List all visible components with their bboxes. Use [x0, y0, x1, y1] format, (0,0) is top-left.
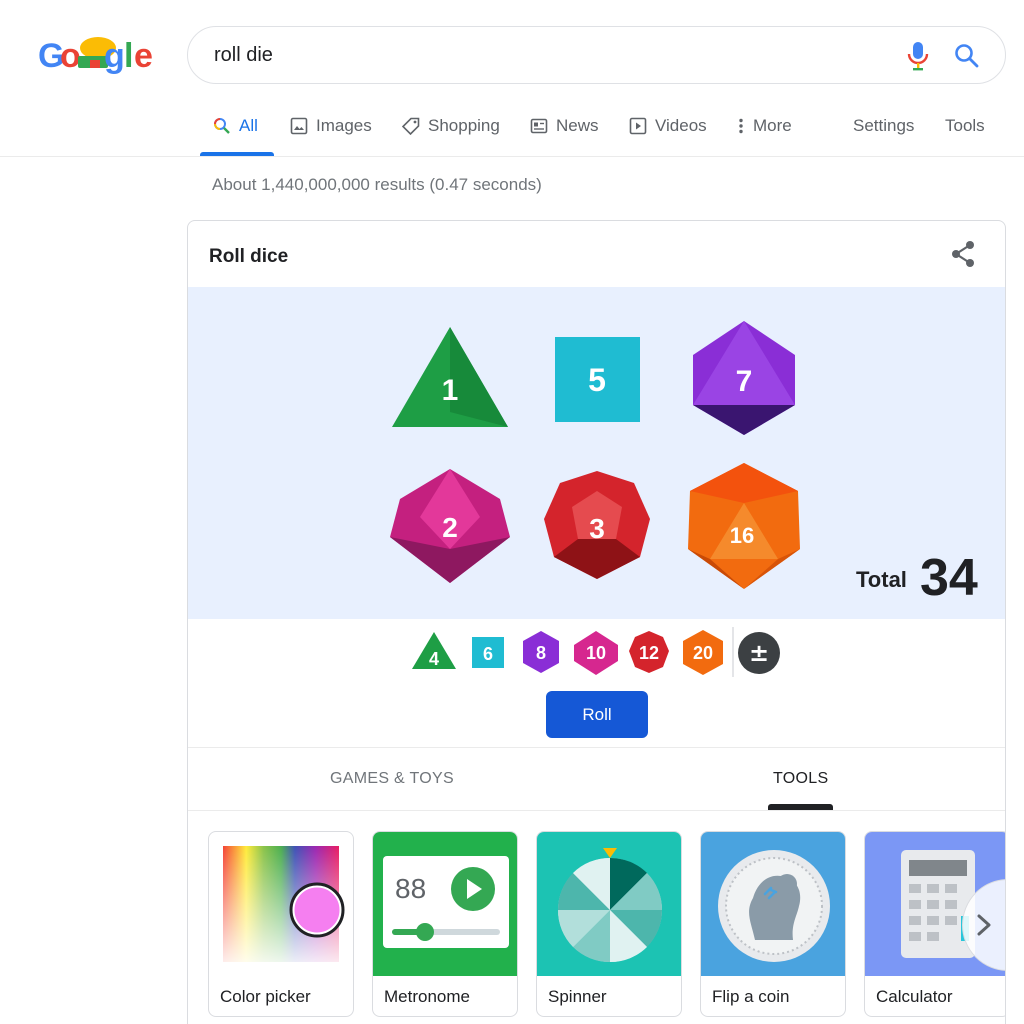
tile-color-picker[interactable]: Color picker: [208, 831, 354, 1017]
tab-label: News: [556, 116, 599, 135]
tile-flip-a-coin[interactable]: Flip a coin: [700, 831, 846, 1017]
svg-text:20: 20: [693, 643, 713, 663]
modifier-button[interactable]: ±: [738, 632, 780, 674]
die-value: 5: [588, 362, 606, 398]
svg-text:10: 10: [586, 643, 606, 663]
spinner-image: [537, 832, 681, 976]
svg-text:4: 4: [429, 649, 439, 669]
category-tabs: GAMES & TOYS TOOLS: [188, 747, 1005, 811]
die-value: 2: [442, 512, 458, 543]
chevron-right-icon: [977, 914, 991, 936]
die-picker: 4 6 8 10 12 20 ±: [188, 619, 1005, 689]
tab-label: All: [239, 116, 258, 135]
tab-all[interactable]: All: [213, 116, 258, 156]
svg-text:o: o: [60, 37, 81, 75]
results-count: About 1,440,000,000 results (0.47 second…: [212, 175, 542, 194]
search-icon[interactable]: [953, 42, 981, 70]
svg-text:88: 88: [395, 873, 426, 904]
roll-button[interactable]: Roll: [546, 691, 648, 738]
die-value: 1: [442, 374, 459, 407]
add-d20-button[interactable]: 20: [683, 630, 723, 675]
tab-label: Videos: [655, 116, 707, 135]
tab-more[interactable]: More: [737, 116, 792, 156]
add-d10-button[interactable]: 10: [574, 631, 618, 675]
svg-text:12: 12: [639, 643, 659, 663]
die-d20[interactable]: 16: [688, 463, 800, 589]
share-icon[interactable]: [949, 239, 977, 269]
tile-label: Flip a coin: [712, 987, 790, 1006]
search-tabs: All Images Shopping News Videos More Set…: [0, 100, 1024, 157]
tab-label: Images: [316, 116, 372, 135]
tile-spinner[interactable]: Spinner: [536, 831, 682, 1017]
die-value: 16: [730, 523, 754, 548]
news-icon: [530, 118, 548, 134]
google-doodle-logo[interactable]: G o g l e: [38, 30, 158, 82]
total-label: Total: [856, 567, 907, 592]
roll-dice-card: Roll dice 1 5 7 2 3 16 Total 34 4 6 8 10…: [187, 220, 1006, 1024]
settings-link[interactable]: Settings: [853, 116, 914, 156]
svg-text:6: 6: [483, 644, 493, 664]
card-title: Roll dice: [209, 246, 289, 267]
coin-image: [701, 832, 845, 976]
tab-tools[interactable]: TOOLS: [773, 770, 828, 788]
settings-label: Settings: [853, 116, 915, 135]
die-value: 7: [736, 365, 753, 398]
tab-label: Shopping: [428, 116, 500, 135]
play-icon: [629, 117, 647, 135]
search-input[interactable]: roll die: [214, 44, 273, 67]
die-d10[interactable]: 2: [390, 469, 510, 583]
svg-text:l: l: [124, 37, 133, 75]
svg-text:e: e: [134, 37, 153, 75]
die-value: 3: [589, 513, 605, 544]
tab-images[interactable]: Images: [290, 116, 372, 156]
carousel-next-button[interactable]: [962, 879, 1005, 971]
metronome-image: 88: [373, 832, 517, 976]
svg-text:±: ±: [749, 639, 769, 667]
search-box[interactable]: roll die: [187, 26, 1006, 84]
tab-shopping[interactable]: Shopping: [402, 116, 500, 156]
die-d4[interactable]: 1: [392, 327, 508, 427]
tile-metronome[interactable]: 88 Metronome: [372, 831, 518, 1017]
active-tab-indicator: [200, 152, 274, 156]
image-icon: [290, 117, 308, 135]
dice-display[interactable]: 1 5 7 2 3 16 Total 34: [188, 287, 1005, 619]
tool-carousel: Color picker 88 Metronome Spinner Flip a…: [208, 831, 1005, 1024]
tile-label: Spinner: [548, 987, 607, 1006]
search-icon: [214, 118, 230, 134]
more-vertical-icon: [739, 118, 743, 134]
color-picker-image: [209, 832, 353, 976]
tools-label: Tools: [945, 116, 985, 135]
add-d6-button[interactable]: 6: [472, 637, 504, 668]
add-d12-button[interactable]: 12: [629, 631, 669, 673]
die-d6[interactable]: 5: [555, 337, 640, 422]
active-category-indicator: [768, 804, 833, 810]
tab-news[interactable]: News: [530, 116, 599, 156]
tab-label: More: [753, 116, 792, 135]
tools-link[interactable]: Tools: [945, 116, 985, 156]
tile-label: Metronome: [384, 987, 470, 1006]
add-d8-button[interactable]: 8: [523, 631, 559, 673]
die-d8[interactable]: 7: [693, 321, 795, 435]
tag-icon: [402, 117, 420, 135]
tab-games-and-toys[interactable]: GAMES & TOYS: [330, 770, 454, 788]
tile-label: Color picker: [220, 987, 311, 1006]
total-value: 34: [920, 549, 978, 607]
svg-text:8: 8: [536, 643, 546, 663]
tile-label: Calculator: [876, 987, 953, 1006]
die-d12[interactable]: 3: [544, 471, 650, 579]
svg-text:g: g: [104, 37, 125, 75]
tab-videos[interactable]: Videos: [629, 116, 707, 156]
microphone-icon[interactable]: [907, 41, 929, 71]
add-d4-button[interactable]: 4: [412, 632, 456, 669]
